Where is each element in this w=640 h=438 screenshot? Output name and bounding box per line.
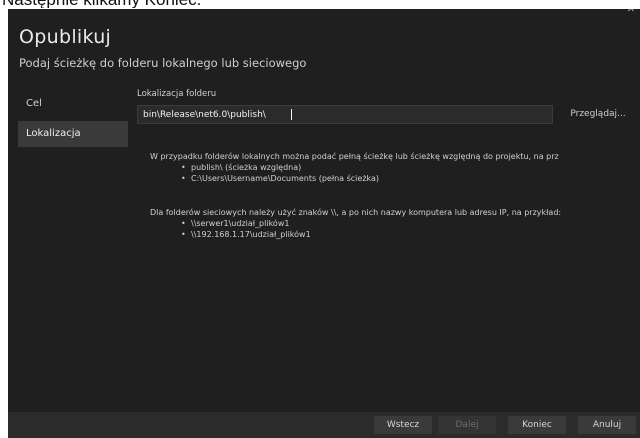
list-item: publish\ (ścieżka względna) [181,162,559,173]
folder-input-row: Przeglądaj... [137,105,640,125]
text-caret [291,109,292,120]
local-folder-help-text: W przypadku folderów lokalnych można pod… [150,152,559,161]
sidebar-item-lokalizacja[interactable]: Lokalizacja [18,121,128,147]
sidebar: Cel Lokalizacja [18,91,128,151]
folder-location-input[interactable] [137,105,553,124]
list-item: C:\Users\Username\Documents (pełna ścież… [181,173,559,184]
back-button[interactable]: Wstecz [374,416,432,434]
list-item: \\serwer1\udział_plików1 [181,218,561,229]
dialog-subtitle: Podaj ścieżkę do folderu lokalnego lub s… [19,56,307,70]
cancel-button[interactable]: Anuluj [578,416,636,434]
network-folder-help: Dla folderów sieciowych należy użyć znak… [150,207,561,240]
browse-button[interactable]: Przeglądaj... [562,105,634,124]
finish-button[interactable]: Koniec [508,416,566,434]
dialog-title: Opublikuj [19,26,112,48]
network-examples-list: \\serwer1\udział_plików1 \\192.168.1.17\… [150,218,561,240]
local-folder-help: W przypadku folderów lokalnych można pod… [150,151,559,184]
sidebar-item-cel[interactable]: Cel [18,91,128,117]
network-folder-help-text: Dla folderów sieciowych należy użyć znak… [150,208,562,217]
list-item: \\192.168.1.17\udział_plików1 [181,229,561,240]
next-button: Dalej [438,416,496,434]
local-examples-list: publish\ (ścieżka względna) C:\Users\Use… [150,162,559,184]
publish-dialog: ✕ Opublikuj Podaj ścieżkę do folderu lok… [8,9,640,438]
close-icon[interactable]: ✕ [626,9,636,15]
folder-location-label: Lokalizacja folderu [137,89,217,99]
location-panel: Lokalizacja folderu Przeglądaj... W przy… [137,89,640,240]
dialog-footer: Wstecz Dalej Koniec Anuluj [8,412,640,438]
caption-text: Następnie klikamy Koniec. [2,0,302,8]
